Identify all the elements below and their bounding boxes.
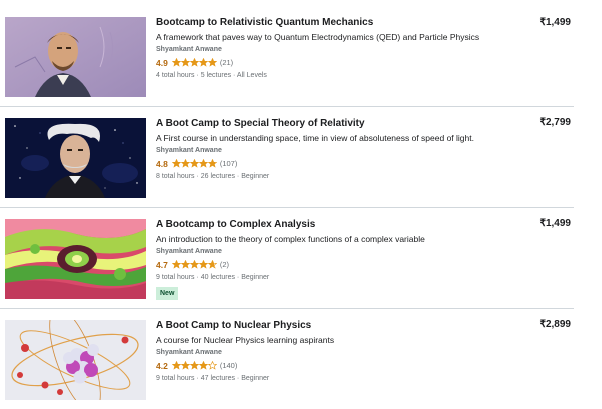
course-subtitle: A First course in understanding space, t… xyxy=(156,133,474,143)
course-thumbnail-fractal[interactable] xyxy=(5,219,146,299)
course-author: Shyamkant Anwane xyxy=(156,349,222,356)
rating-row: 4.9 (21) xyxy=(156,57,516,68)
rating-row: 4.8 (107) xyxy=(156,158,516,169)
course-meta: 9 total hours · 40 lectures · Beginner xyxy=(156,274,270,281)
new-badge: New xyxy=(156,287,179,300)
star-icon xyxy=(189,260,199,269)
star-icon xyxy=(189,58,199,67)
star-icon xyxy=(171,159,181,168)
course-meta: 4 total hours · 5 lectures · All Levels xyxy=(156,72,267,79)
rating-number: 4.8 xyxy=(156,158,168,169)
rating-row: 4.7 (2) xyxy=(156,259,516,270)
star-icon xyxy=(171,58,181,67)
course-title[interactable]: A Boot Camp to Special Theory of Relativ… xyxy=(156,117,516,130)
rating-number: 4.2 xyxy=(156,360,168,371)
star-icon xyxy=(198,361,208,370)
course-price: ₹2,799 xyxy=(539,117,571,128)
course-title[interactable]: A Bootcamp to Complex Analysis xyxy=(156,218,516,231)
star-icon xyxy=(180,361,190,370)
course-author: Shyamkant Anwane xyxy=(156,147,222,154)
star-icon xyxy=(189,159,199,168)
course-card[interactable]: A Boot Camp to Nuclear Physics A course … xyxy=(0,309,574,409)
review-count: (2) xyxy=(219,260,229,269)
review-count: (21) xyxy=(219,58,234,67)
star-icon xyxy=(198,58,208,67)
course-thumbnail-portrait-starfield[interactable] xyxy=(5,118,146,198)
course-thumbnail-portrait-painting[interactable] xyxy=(5,17,146,97)
rating-row: 4.2 (140) xyxy=(156,360,516,371)
course-meta: 8 total hours · 26 lectures · Beginner xyxy=(156,173,270,180)
course-thumbnail-atom-nucleus[interactable] xyxy=(5,320,146,400)
course-info: A Boot Camp to Special Theory of Relativ… xyxy=(156,117,516,181)
star-icon xyxy=(207,361,217,370)
course-author: Shyamkant Anwane xyxy=(156,46,222,53)
course-author: Shyamkant Anwane xyxy=(156,248,222,255)
star-icon xyxy=(180,159,190,168)
review-count: (107) xyxy=(219,159,238,168)
course-price: ₹1,499 xyxy=(539,218,571,229)
course-price: ₹2,899 xyxy=(539,319,571,330)
course-card[interactable]: Bootcamp to Relativistic Quantum Mechani… xyxy=(0,0,574,107)
course-price: ₹1,499 xyxy=(539,17,571,28)
star-icon xyxy=(207,260,217,269)
star-icon xyxy=(180,260,190,269)
star-icon xyxy=(171,260,181,269)
course-info: A Bootcamp to Complex Analysis An introd… xyxy=(156,218,516,300)
star-rating xyxy=(171,58,217,67)
course-title[interactable]: A Boot Camp to Nuclear Physics xyxy=(156,319,516,332)
star-rating xyxy=(171,159,217,168)
star-icon xyxy=(198,260,208,269)
review-count: (140) xyxy=(219,361,238,370)
star-icon xyxy=(171,361,181,370)
course-subtitle: An introduction to the theory of complex… xyxy=(156,234,425,244)
star-icon xyxy=(207,58,217,67)
rating-number: 4.7 xyxy=(156,259,168,270)
star-rating xyxy=(171,361,217,370)
course-subtitle: A framework that paves way to Quantum El… xyxy=(156,32,480,42)
course-subtitle: A course for Nuclear Physics learning as… xyxy=(156,335,335,345)
star-icon xyxy=(207,159,217,168)
star-icon xyxy=(198,159,208,168)
course-meta: 9 total hours · 47 lectures · Beginner xyxy=(156,375,270,382)
course-info: Bootcamp to Relativistic Quantum Mechani… xyxy=(156,16,516,80)
star-icon xyxy=(180,58,190,67)
star-icon xyxy=(189,361,199,370)
rating-number: 4.9 xyxy=(156,57,168,68)
course-title[interactable]: Bootcamp to Relativistic Quantum Mechani… xyxy=(156,16,516,29)
star-rating xyxy=(171,260,217,269)
course-card[interactable]: A Boot Camp to Special Theory of Relativ… xyxy=(0,107,574,208)
course-info: A Boot Camp to Nuclear Physics A course … xyxy=(156,319,516,383)
course-card[interactable]: A Bootcamp to Complex Analysis An introd… xyxy=(0,208,574,309)
course-list: Bootcamp to Relativistic Quantum Mechani… xyxy=(0,0,602,409)
